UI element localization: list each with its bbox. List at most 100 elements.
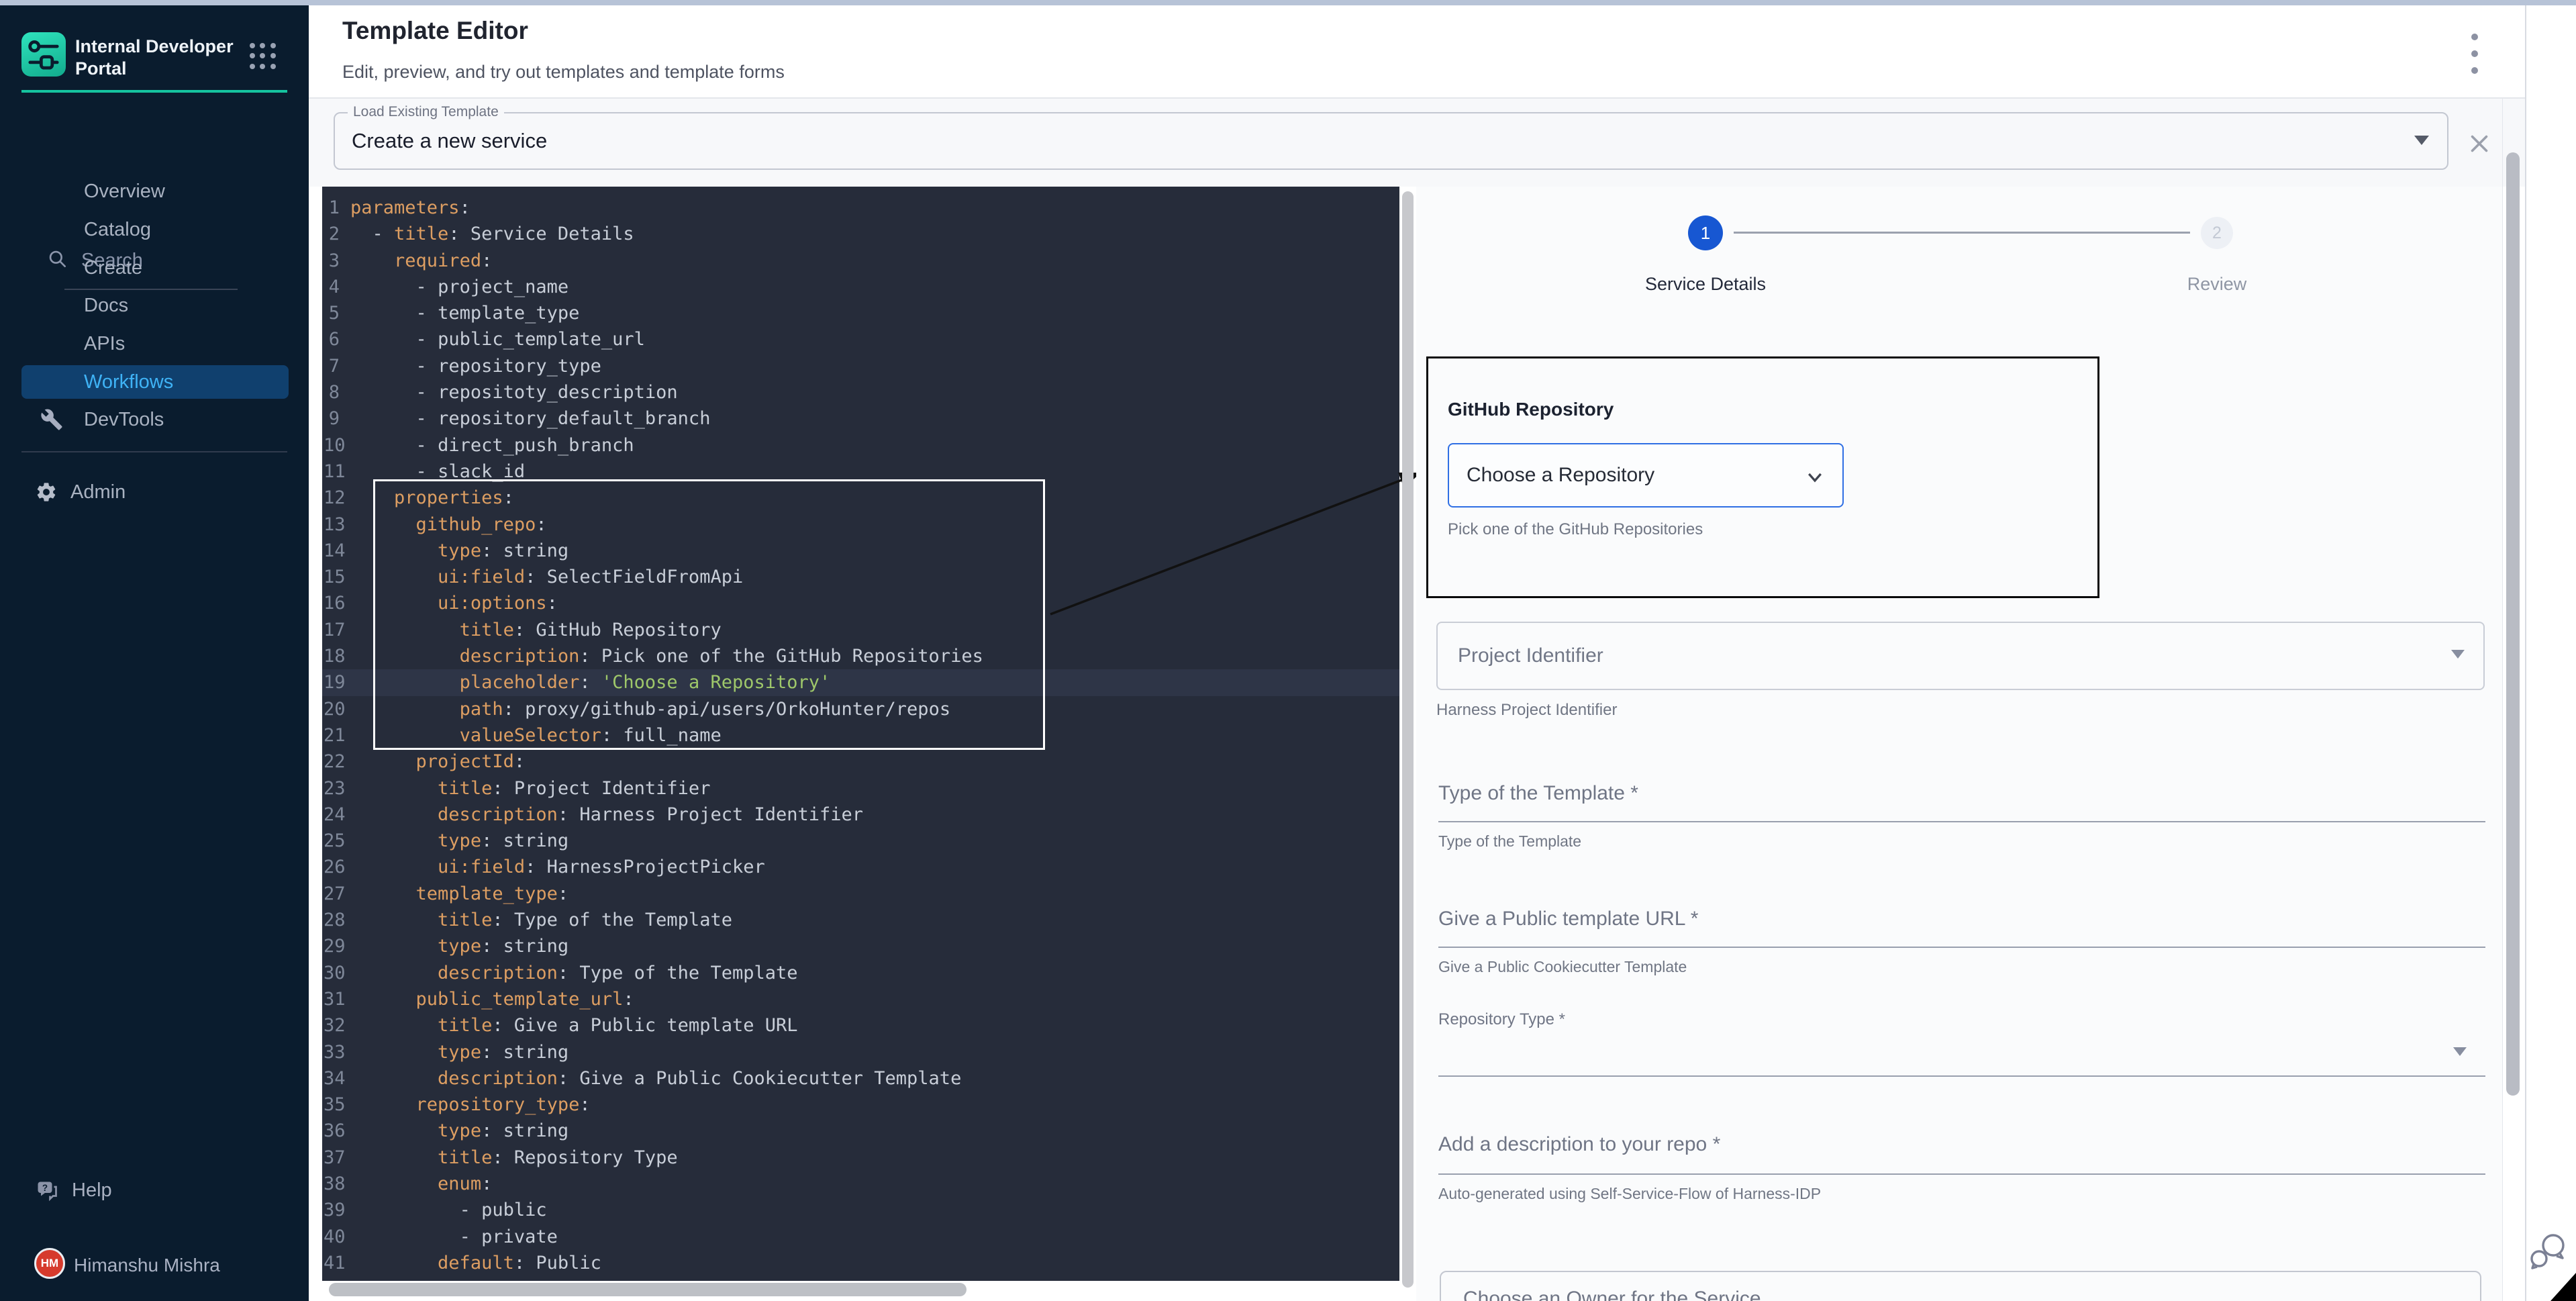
code-line-28[interactable]: 28 title: Type of the Template — [322, 907, 1399, 933]
sidebar-item-workflows[interactable]: Workflows — [21, 365, 289, 399]
help-chat-icon: ? — [35, 1179, 59, 1203]
editor-horizontal-scrollbar[interactable] — [329, 1283, 967, 1296]
line-number: 9 — [322, 405, 340, 432]
code-line-35[interactable]: 35 repository_type: — [322, 1092, 1399, 1118]
repo-description-field-label: Add a description to your repo * — [1438, 1133, 1720, 1156]
code-line-9[interactable]: 9 - repository_default_branch — [322, 405, 1399, 432]
user-avatar[interactable]: HM — [34, 1248, 65, 1279]
sidebar-item-label: Admin — [70, 481, 126, 503]
public-url-field-label: Give a Public template URL * — [1438, 908, 1698, 930]
page-title: Template Editor — [342, 17, 528, 45]
code-line-38[interactable]: 38 enum: — [322, 1171, 1399, 1197]
sidebar-item-devtools[interactable]: DevTools — [21, 403, 289, 436]
svg-text:?: ? — [42, 1183, 48, 1193]
code-line-6[interactable]: 6 - public_template_url — [322, 326, 1399, 352]
load-template-label: Load Existing Template — [348, 104, 504, 120]
repo-description-field-helper: Auto-generated using Self-Service-Flow o… — [1438, 1185, 1821, 1203]
code-line-41[interactable]: 41 default: Public — [322, 1250, 1399, 1276]
sidebar: Internal Developer Portal Search Overvie… — [0, 5, 309, 1301]
line-number: 11 — [322, 459, 340, 485]
code-line-24[interactable]: 24 description: Harness Project Identifi… — [322, 802, 1399, 828]
code-line-37[interactable]: 37 title: Repository Type — [322, 1145, 1399, 1171]
code-line-10[interactable]: 10 - direct_push_branch — [322, 432, 1399, 459]
code-line-2[interactable]: 2 - title: Service Details — [322, 221, 1399, 247]
annotation-highlight-box — [373, 479, 1045, 750]
sidebar-item-overview[interactable]: Overview — [21, 175, 289, 208]
line-number: 26 — [322, 854, 340, 880]
code-line-4[interactable]: 4 - project_name — [322, 274, 1399, 300]
scrollbar-track-border — [2502, 99, 2503, 1301]
repository-type-underline[interactable] — [1438, 1075, 2485, 1077]
line-number: 34 — [322, 1065, 340, 1092]
code-line-27[interactable]: 27 template_type: — [322, 881, 1399, 907]
code-line-42[interactable]: 42 repositoty_description: — [322, 1276, 1399, 1281]
code-line-29[interactable]: 29 type: string — [322, 933, 1399, 959]
code-line-25[interactable]: 25 type: string — [322, 828, 1399, 854]
line-number: 29 — [322, 933, 340, 959]
top-strip — [0, 0, 2576, 5]
app-logo-icon[interactable] — [21, 32, 66, 77]
brand-title: Internal Developer Portal — [75, 36, 243, 80]
public-url-field-helper: Give a Public Cookiecutter Template — [1438, 958, 1687, 976]
repo-description-field-underline[interactable] — [1438, 1173, 2485, 1175]
line-number: 12 — [322, 485, 340, 511]
code-line-34[interactable]: 34 description: Give a Public Cookiecutt… — [322, 1065, 1399, 1092]
code-line-8[interactable]: 8 - repositoty_description — [322, 379, 1399, 405]
code-line-23[interactable]: 23 title: Project Identifier — [322, 775, 1399, 802]
dropdown-caret-icon[interactable] — [2453, 1047, 2467, 1056]
sidebar-item-label: Create — [84, 257, 142, 279]
sidebar-item-apis[interactable]: APIs — [21, 327, 289, 360]
dropdown-caret-icon[interactable] — [2451, 650, 2465, 659]
code-line-32[interactable]: 32 title: Give a Public template URL — [322, 1012, 1399, 1039]
project-identifier-select[interactable]: Project Identifier — [1436, 622, 2485, 690]
chevron-down-icon — [1805, 467, 1825, 487]
support-chat-icon[interactable] — [2529, 1231, 2569, 1271]
load-template-select[interactable] — [334, 112, 2448, 170]
line-number: 14 — [322, 538, 340, 564]
sidebar-item-docs[interactable]: Docs — [21, 289, 289, 322]
stepper-step-2[interactable]: 2 — [2201, 217, 2233, 249]
sidebar-item-help[interactable]: ? Help — [21, 1173, 289, 1207]
kebab-menu-icon[interactable] — [2471, 34, 2479, 74]
project-identifier-helper: Harness Project Identifier — [1436, 701, 1617, 720]
user-name[interactable]: Himanshu Mishra — [74, 1255, 220, 1276]
code-line-33[interactable]: 33 type: string — [322, 1039, 1399, 1065]
sidebar-item-catalog[interactable]: Catalog — [21, 213, 289, 246]
stepper-label-service-details: Service Details — [1618, 274, 1793, 295]
app-switcher-icon[interactable] — [250, 43, 277, 70]
dropdown-caret-icon[interactable] — [2414, 136, 2429, 145]
page-vertical-scrollbar[interactable] — [2506, 152, 2520, 1096]
line-number: 23 — [322, 775, 340, 802]
stepper-step-1[interactable]: 1 — [1688, 215, 1723, 250]
sidebar-item-admin[interactable]: Admin — [21, 475, 289, 509]
sidebar-item-create[interactable]: Create — [21, 251, 289, 285]
line-number: 16 — [322, 590, 340, 616]
editor-vertical-scrollbar[interactable] — [1402, 191, 1414, 1288]
code-line-30[interactable]: 30 description: Type of the Template — [322, 960, 1399, 986]
github-repository-select[interactable]: Choose a Repository — [1448, 443, 1844, 508]
code-line-40[interactable]: 40 - private — [322, 1224, 1399, 1250]
code-line-7[interactable]: 7 - repository_type — [322, 353, 1399, 379]
code-line-5[interactable]: 5 - template_type — [322, 300, 1399, 326]
code-line-36[interactable]: 36 type: string — [322, 1118, 1399, 1144]
sidebar-item-label: Catalog — [84, 219, 151, 241]
sidebar-item-label: DevTools — [84, 409, 164, 431]
sidebar-search[interactable]: Search — [0, 125, 309, 172]
line-number: 15 — [322, 564, 340, 590]
code-line-39[interactable]: 39 - public — [322, 1197, 1399, 1223]
code-line-1[interactable]: 1parameters: — [322, 195, 1399, 221]
line-number: 39 — [322, 1197, 340, 1223]
template-type-field-underline[interactable] — [1438, 821, 2485, 822]
line-number: 10 — [322, 432, 340, 459]
line-number: 22 — [322, 749, 340, 775]
line-number: 4 — [322, 274, 340, 300]
public-url-field-underline[interactable] — [1438, 947, 2485, 948]
code-line-31[interactable]: 31 public_template_url: — [322, 986, 1399, 1012]
line-number: 41 — [322, 1250, 340, 1276]
line-number: 37 — [322, 1145, 340, 1171]
code-line-26[interactable]: 26 ui:field: HarnessProjectPicker — [322, 854, 1399, 880]
code-line-3[interactable]: 3 required: — [322, 248, 1399, 274]
code-line-22[interactable]: 22 projectId: — [322, 749, 1399, 775]
close-icon[interactable] — [2467, 132, 2491, 156]
github-repository-select-value: Choose a Repository — [1467, 464, 1654, 487]
